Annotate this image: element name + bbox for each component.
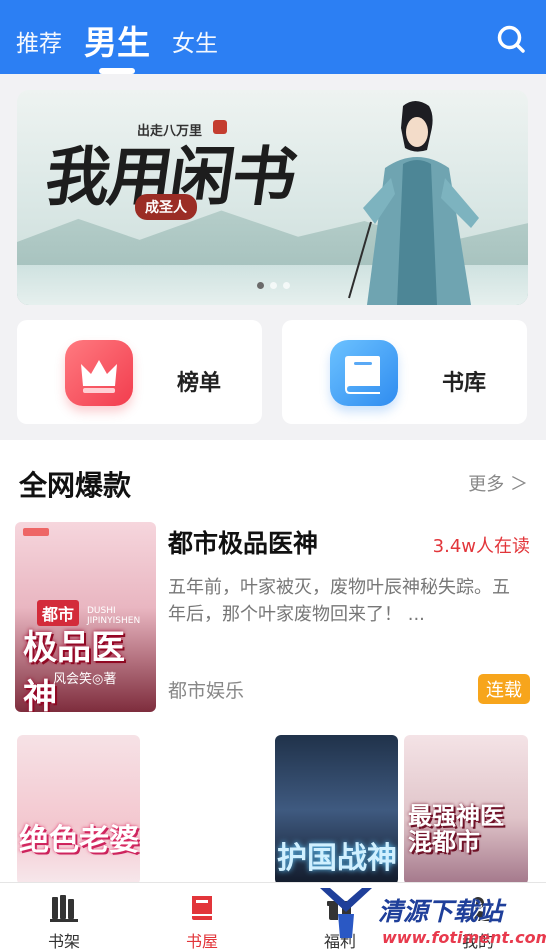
related-book-cover[interactable]: 最强神医混都市: [404, 735, 528, 885]
watermark-url: www.fotiment.com: [382, 928, 546, 947]
tab-female[interactable]: 女生: [172, 24, 218, 58]
cover-author: 风会笑◎著: [53, 672, 117, 687]
reader-count: 3.4w人在读: [432, 536, 530, 557]
status-badge: 连载: [478, 674, 530, 704]
book-description: 五年前，叶家被灭，废物叶辰神秘失踪。五年后，那个叶家废物回来了！ ...: [168, 577, 510, 625]
watermark: 清源下载站 www.fotiment.com: [312, 882, 546, 952]
tab-active-indicator: [99, 68, 135, 74]
nav-label: 书屋: [185, 932, 218, 951]
featured-book-cover[interactable]: 都市 DUSHI JIPINYISHEN 极品医神 风会笑◎著: [15, 522, 156, 712]
library-entry[interactable]: 书库: [282, 320, 527, 424]
nav-bookshelf[interactable]: 书架: [24, 883, 104, 952]
section-title: 全网爆款: [19, 469, 132, 502]
top-header: 推荐 男生 女生: [0, 0, 546, 74]
tab-male[interactable]: 男生: [84, 16, 150, 64]
banner-tag: 成圣人: [135, 194, 197, 220]
watermark-logo-icon: [320, 888, 372, 938]
ranking-entry[interactable]: 榜单: [17, 320, 262, 424]
nav-label: 书架: [47, 932, 80, 951]
nav-bookstore[interactable]: 书屋: [162, 883, 242, 952]
promo-banner[interactable]: 出走八万里 我用闲书 成圣人: [17, 90, 528, 305]
publisher-logo: [23, 528, 49, 536]
bookshelf-icon: [50, 895, 78, 922]
bookstore-icon: [192, 896, 212, 920]
ranking-label: 榜单: [177, 371, 222, 396]
search-icon[interactable]: [496, 24, 526, 54]
related-book-cover[interactable]: 绝色老婆: [17, 735, 140, 885]
more-link[interactable]: 更多 ＞: [468, 470, 528, 496]
related-book-title: 护国战神: [277, 841, 397, 876]
related-book-cover[interactable]: 护国战神: [275, 735, 398, 885]
banner-pagination: [257, 282, 290, 289]
library-label: 书库: [442, 371, 487, 396]
related-book-title: 绝色老婆: [19, 823, 139, 858]
character-illustration: [348, 101, 479, 305]
watermark-title: 清源下载站: [378, 897, 504, 926]
featured-book-title[interactable]: 都市极品医神: [168, 524, 318, 560]
pagination-dot[interactable]: [283, 282, 290, 289]
hot-books-section: 全网爆款 更多 ＞ 都市 DUSHI JIPINYISHEN 极品医神 风会笑◎…: [0, 440, 546, 890]
book-genre: 都市娱乐: [168, 680, 245, 702]
pagination-dot[interactable]: [270, 282, 277, 289]
crown-icon: [65, 340, 133, 406]
pagination-dot[interactable]: [257, 282, 264, 289]
book-icon: [330, 340, 398, 406]
tab-recommend[interactable]: 推荐: [16, 24, 62, 58]
related-book-title: 最强神医混都市: [408, 802, 504, 856]
cover-title: 极品医神: [23, 628, 125, 712]
